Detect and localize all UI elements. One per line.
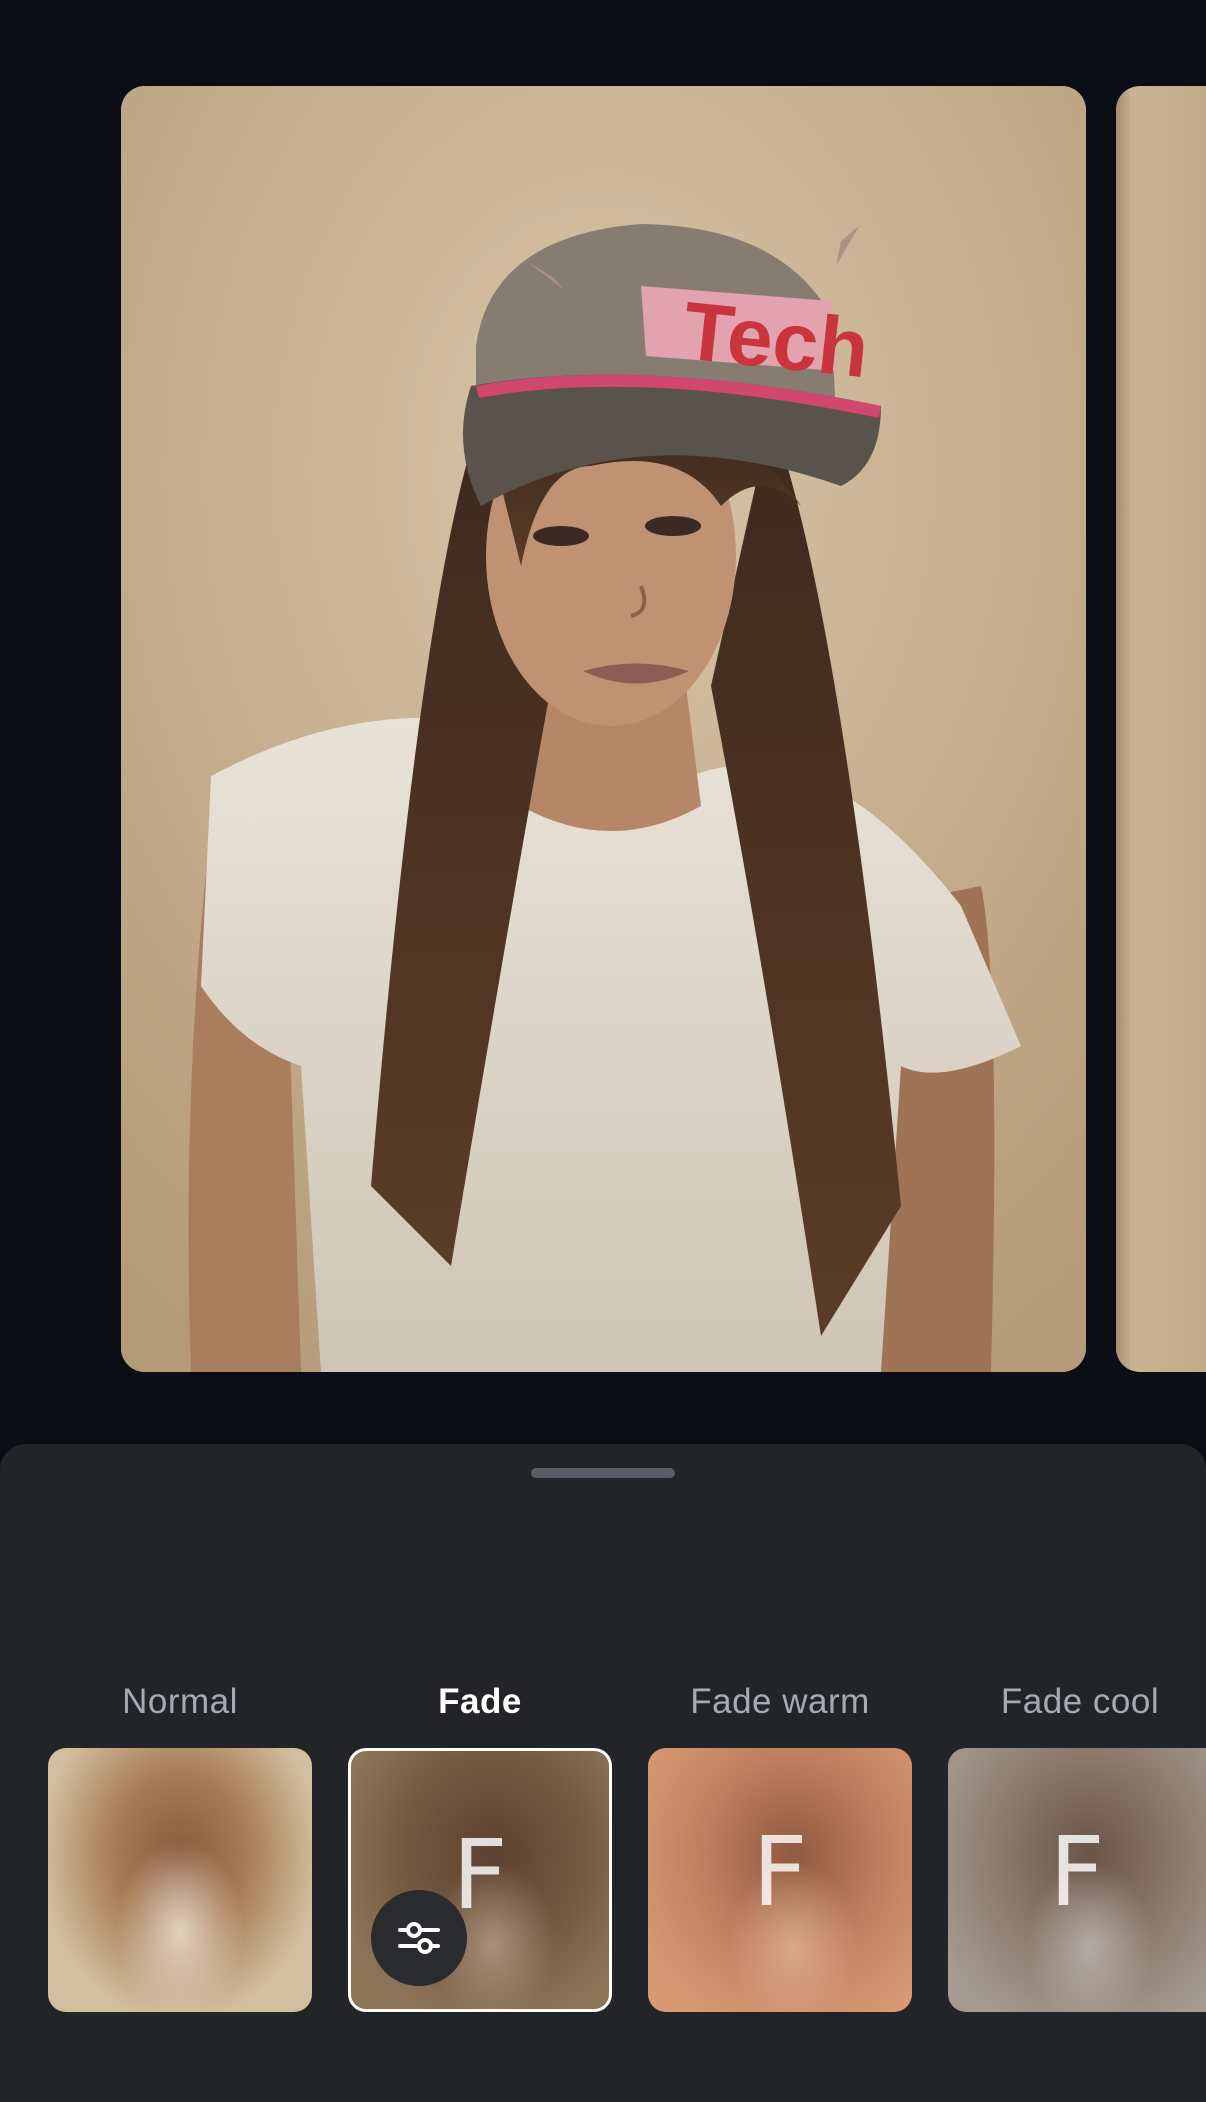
filter-thumb-fade-cool[interactable]: F <box>948 1748 1206 2012</box>
svg-text:Tech: Tech <box>679 285 873 395</box>
filter-label-fade: Fade <box>438 1682 522 1721</box>
filter-sheet: Normal Fade Fade warm Fade cool F F F <box>0 1444 1206 2102</box>
filter-letter: F <box>752 1816 808 1928</box>
filter-label-fade-cool: Fade cool <box>1000 1682 1160 1721</box>
next-photo-preview[interactable] <box>1116 86 1206 1372</box>
next-photo-edge <box>1116 86 1130 1372</box>
photo-carousel[interactable]: Tech <box>0 0 1206 1440</box>
filter-label-normal: Normal <box>122 1682 238 1721</box>
sheet-grabber-handle[interactable] <box>531 1468 675 1478</box>
main-photo[interactable]: Tech <box>121 86 1086 1372</box>
sliders-icon <box>398 1922 440 1954</box>
filter-letter: F <box>1049 1816 1105 1928</box>
adjust-filter-button[interactable] <box>371 1890 467 1986</box>
thumb-blur <box>48 1748 312 2012</box>
filter-thumb-fade-warm[interactable]: F <box>648 1748 912 2012</box>
portrait-photo-illustration: Tech <box>121 86 1086 1372</box>
filter-thumb-normal[interactable] <box>48 1748 312 2012</box>
filter-label-fade-warm: Fade warm <box>690 1682 870 1721</box>
